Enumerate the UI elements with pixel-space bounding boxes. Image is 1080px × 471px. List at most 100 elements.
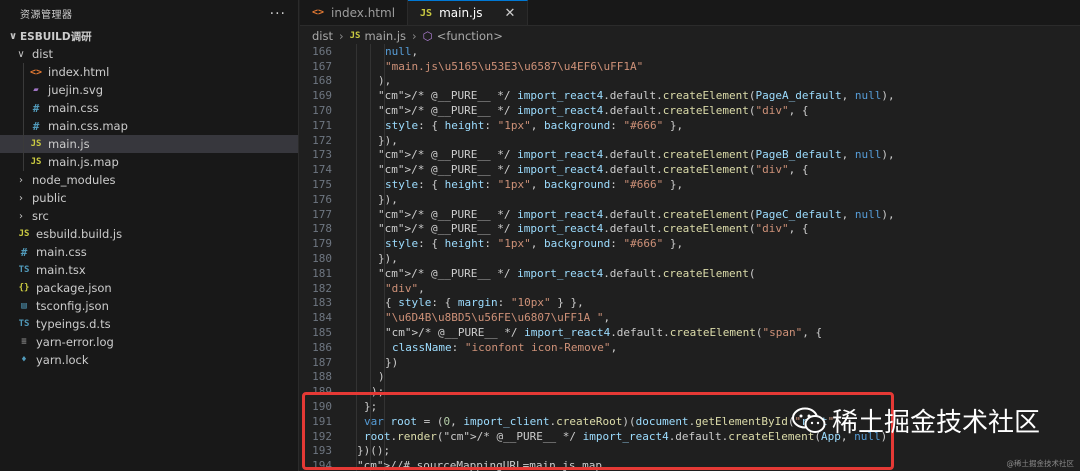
tree-item[interactable]: ≡ yarn-error.log (0, 333, 298, 351)
svg-file-icon: ▰ (33, 85, 39, 95)
line-number: 177 (312, 207, 332, 221)
tree-item-label: esbuild.build.js (36, 227, 123, 241)
chevron-right-icon: › (19, 210, 23, 222)
line-number: 181 (312, 266, 332, 280)
code-line: 188) (300, 370, 1080, 385)
tree-item[interactable]: {} package.json (0, 279, 298, 297)
js-file-icon: JS (420, 7, 433, 19)
tree-item-label: tsconfig.json (36, 299, 109, 313)
tree-item[interactable]: JS main.js (0, 135, 298, 153)
breadcrumb-symbol[interactable]: <function> (437, 29, 503, 43)
code-line: 187}) (300, 355, 1080, 370)
breadcrumb-folder[interactable]: dist (312, 29, 333, 43)
tree-item[interactable]: ∨ dist (0, 45, 298, 63)
code-text: ) (378, 370, 385, 384)
code-text: "\u6D4B\u8BD5\u56FE\u6807\uFF1A ", (385, 311, 611, 325)
tree-item[interactable]: <> index.html (0, 63, 298, 81)
lock-file-icon: ♦ (21, 355, 27, 365)
line-number: 171 (312, 118, 332, 132)
tree-item[interactable]: › public (0, 189, 298, 207)
code-line: 180}), (300, 251, 1080, 266)
tree-item[interactable]: # main.css (0, 243, 298, 261)
js-file-icon: JS (30, 157, 42, 167)
tree-item-label: src (32, 209, 49, 223)
tab-label: main.js (439, 6, 483, 20)
line-number: 167 (312, 59, 332, 73)
explorer-header: 资源管理器 ··· (0, 0, 298, 27)
file-tree: ∨ dist <> index.html ▰ juejin.svg # main.css # ma… (0, 45, 298, 369)
close-icon[interactable]: ✕ (504, 6, 515, 21)
code-text: ), (378, 74, 392, 88)
code-line: 185 "cm">/* @__PURE__ */ import_react4.de… (300, 325, 1080, 340)
code-text: style: { height: "1px", background: "#66… (385, 237, 684, 251)
json-file-icon: {} (18, 283, 30, 293)
code-line: 168), (300, 74, 1080, 89)
code-line: 166 null, (300, 44, 1080, 59)
chevron-down-icon: ∨ (17, 48, 25, 60)
css-file-icon: # (32, 119, 40, 133)
code-text: className: "iconfont icon-Remove", (392, 340, 618, 354)
breadcrumb-file[interactable]: main.js (364, 29, 406, 43)
tab-main-js[interactable]: JS main.js ✕ (408, 0, 529, 25)
tree-item[interactable]: ♦ yarn.lock (0, 351, 298, 369)
tree-item[interactable]: JS main.js.map (0, 153, 298, 171)
line-number: 179 (312, 237, 332, 251)
tree-item[interactable]: ▤ tsconfig.json (0, 297, 298, 315)
code-line: 171 style: { height: "1px", background: "… (300, 118, 1080, 133)
line-number: 188 (312, 370, 332, 384)
line-number: 166 (312, 44, 332, 58)
code-text: "cm">/* @__PURE__ */ import_react4.defau… (378, 148, 895, 162)
tree-item-label: main.css (48, 101, 99, 115)
tree-item[interactable]: ▰ juejin.svg (0, 81, 298, 99)
line-number: 169 (312, 89, 332, 103)
code-line: 186 className: "iconfont icon-Remove", (300, 340, 1080, 355)
line-number: 170 (312, 104, 332, 118)
watermark-small: @稀土掘金技术社区 (1006, 459, 1075, 468)
code-line: 175 style: { height: "1px", background: "… (300, 177, 1080, 192)
workspace-root-label: ESBUILD调研 (20, 30, 92, 43)
tree-item[interactable]: › node_modules (0, 171, 298, 189)
indent-guide (23, 153, 24, 171)
js-file-icon: JS (349, 31, 361, 41)
line-number: 168 (312, 74, 332, 88)
explorer-sidebar: 资源管理器 ··· ∨ ESBUILD调研 ∨ dist <> index.html ▰… (0, 0, 299, 471)
js-file-icon: JS (30, 139, 42, 149)
log-file-icon: ≡ (21, 337, 27, 347)
tree-item[interactable]: TS typeings.d.ts (0, 315, 298, 333)
html-file-icon: <> (29, 66, 43, 78)
workspace-root[interactable]: ∨ ESBUILD调研 (0, 27, 298, 45)
line-number: 183 (312, 296, 332, 310)
line-number: 178 (312, 222, 332, 236)
tab-label: index.html (331, 5, 396, 20)
code-text: }), (378, 133, 398, 147)
indent-guide (23, 135, 24, 153)
code-text: null, (385, 44, 419, 58)
line-number: 184 (312, 311, 332, 325)
code-text: "div", (385, 281, 425, 295)
code-line: 177 "cm">/* @__PURE__ */ import_react4.de… (300, 207, 1080, 222)
line-number: 174 (312, 163, 332, 177)
watermark: 稀土掘金技术社区 (792, 402, 1040, 439)
tree-item-label: main.css.map (48, 119, 128, 133)
tab-index-html[interactable]: <> index.html (300, 0, 409, 25)
tree-item[interactable]: › src (0, 207, 298, 225)
chevron-right-icon: › (19, 192, 23, 204)
line-number: 176 (312, 192, 332, 206)
chevron-right-icon: › (19, 174, 23, 186)
tree-item[interactable]: # main.css (0, 99, 298, 117)
code-text: "cm">/* @__PURE__ */ import_react4.defau… (378, 266, 756, 280)
tree-item[interactable]: TS main.tsx (0, 261, 298, 279)
code-line: 170 "cm">/* @__PURE__ */ import_react4.de… (300, 103, 1080, 118)
tree-item-label: typeings.d.ts (36, 317, 111, 331)
line-number: 185 (312, 326, 332, 340)
code-line: 181 "cm">/* @__PURE__ */ import_react4.de… (300, 266, 1080, 281)
tree-item-label: index.html (48, 65, 110, 79)
tree-item[interactable]: JS esbuild.build.js (0, 225, 298, 243)
code-text: }), (378, 252, 398, 266)
more-actions-icon[interactable]: ··· (270, 6, 286, 22)
function-symbol-icon: ⬡ (422, 29, 433, 43)
tree-item-label: dist (32, 47, 53, 61)
tree-item[interactable]: # main.css.map (0, 117, 298, 135)
line-number: 186 (312, 340, 332, 354)
chevron-right-icon: › (339, 29, 344, 43)
